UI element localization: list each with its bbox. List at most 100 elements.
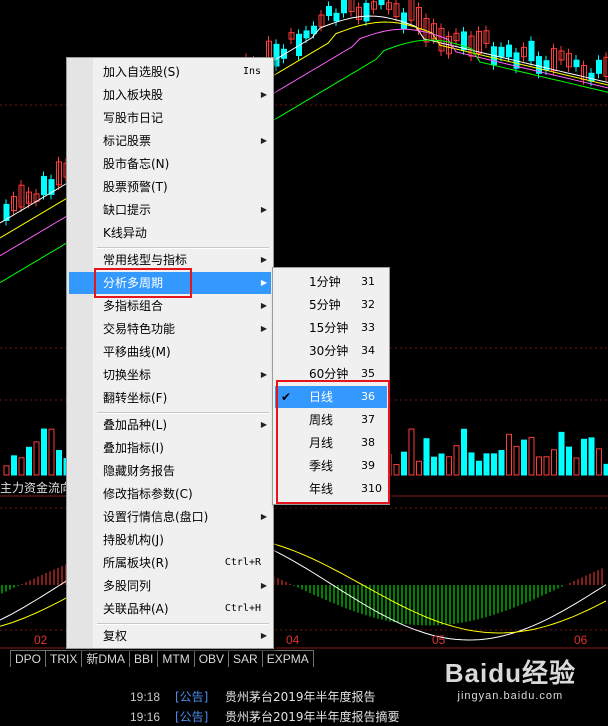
menu-item-stock-alert[interactable]: 股票预警(T) xyxy=(69,176,271,198)
menu-item-gap-hint[interactable]: 缺口提示 ▶ xyxy=(69,199,271,221)
menu-item-label: 叠加指标(I) xyxy=(103,441,164,455)
tab-new-dma[interactable]: 新DMA xyxy=(81,650,131,667)
menu-item-stock-diary[interactable]: 写股市日记 xyxy=(69,107,271,129)
volume-bar xyxy=(476,460,482,476)
period-shortcut: 38 xyxy=(361,436,375,449)
period-label: 日线 xyxy=(309,390,334,404)
capital-flow-label: 主力资金流向 xyxy=(0,481,73,495)
candle-body xyxy=(506,44,512,58)
candle-body xyxy=(303,30,310,39)
menu-item-label: 多指标组合 xyxy=(103,299,164,313)
period-weekly[interactable]: 周线 37 xyxy=(275,409,387,431)
menu-item-label: 多股同列 xyxy=(103,579,152,593)
period-label: 季线 xyxy=(309,459,334,473)
check-icon: ✔ xyxy=(281,390,292,404)
tab-dpo[interactable]: DPO xyxy=(10,650,47,667)
period-1min[interactable]: 1分钟 31 xyxy=(275,271,387,293)
menu-item-holding-institutions[interactable]: 持股机构(J) xyxy=(69,529,271,551)
period-shortcut: 36 xyxy=(361,390,375,403)
menu-item-quote-settings[interactable]: 设置行情信息(盘口) ▶ xyxy=(69,506,271,528)
menu-item-overlay-indicator[interactable]: 叠加指标(I) xyxy=(69,437,271,459)
menu-item-label: 股市备忘(N) xyxy=(103,157,170,171)
volume-bar xyxy=(416,460,422,476)
menu-item-add-watchlist[interactable]: 加入自选股(S) Ins xyxy=(69,61,271,83)
candle-body xyxy=(41,176,47,196)
period-60min[interactable]: 60分钟 35 xyxy=(275,363,387,385)
tab-bbi[interactable]: BBI xyxy=(129,650,159,667)
period-submenu: 1分钟 31 5分钟 32 15分钟 33 30分钟 34 60分钟 35 ✔ … xyxy=(272,267,390,505)
menu-item-common-line-types[interactable]: 常用线型与指标 ▶ xyxy=(69,249,271,271)
tab-mtm[interactable]: MTM xyxy=(157,650,195,667)
date-label: 02 xyxy=(34,633,48,647)
news-title[interactable]: 贵州茅台2019年半年度报告 xyxy=(225,688,376,706)
period-shortcut: 35 xyxy=(361,367,375,380)
menu-item-label: 持股机构(J) xyxy=(103,533,164,547)
candle-body xyxy=(573,59,580,68)
period-15min[interactable]: 15分钟 33 xyxy=(275,317,387,339)
volume-bar xyxy=(543,456,550,476)
menu-item-overlay-symbol[interactable]: 叠加品种(L) ▶ xyxy=(69,414,271,436)
news-time: 19:16 xyxy=(130,710,161,724)
menu-item-flip-axis[interactable]: 翻转坐标(F) xyxy=(69,387,271,409)
submenu-arrow-icon: ▶ xyxy=(260,512,267,521)
period-yearly[interactable]: 年线 310 xyxy=(275,478,387,500)
news-row[interactable]: 19:16 [公告] 贵州茅台2019年半年度报告摘要 xyxy=(0,708,608,726)
tab-sar[interactable]: SAR xyxy=(228,650,263,667)
date-label: 06 xyxy=(574,633,588,647)
menu-item-label: 股票预警(T) xyxy=(103,180,168,194)
submenu-arrow-icon: ▶ xyxy=(260,581,267,590)
volume-bar xyxy=(26,446,32,476)
candle-body xyxy=(363,2,370,22)
submenu-arrow-icon: ▶ xyxy=(260,278,267,287)
news-title[interactable]: 贵州茅台2019年半年度报告摘要 xyxy=(225,708,400,726)
menu-item-multi-period[interactable]: 分析多周期 ▶ xyxy=(69,272,271,294)
period-shortcut: 39 xyxy=(361,459,375,472)
menu-item-k-line-anomaly[interactable]: K线异动 xyxy=(69,222,271,244)
period-shortcut: 32 xyxy=(361,298,375,311)
menu-item-add-sector[interactable]: 加入板块股 ▶ xyxy=(69,84,271,106)
menu-item-label: 叠加品种(L) xyxy=(103,418,168,432)
volume-bar xyxy=(536,456,542,476)
menu-item-multi-indicator[interactable]: 多指标组合 ▶ xyxy=(69,295,271,317)
watermark-logo: Baidu经验 xyxy=(444,658,576,688)
volume-bar xyxy=(461,428,467,476)
context-menu: 加入自选股(S) Ins 加入板块股 ▶ 写股市日记 标记股票 ▶ 股市备忘(N… xyxy=(66,57,274,649)
menu-item-price-adjustment[interactable]: 复权 ▶ xyxy=(69,625,271,647)
date-label: 05 xyxy=(432,633,446,647)
period-shortcut: 310 xyxy=(361,482,382,495)
candle-body xyxy=(378,0,385,6)
volume-bar xyxy=(48,428,55,476)
period-daily[interactable]: ✔ 日线 36 xyxy=(275,386,387,408)
volume-bar xyxy=(18,457,25,476)
tab-trix[interactable]: TRIX xyxy=(45,650,83,667)
menu-item-multi-stock-column[interactable]: 多股同列 ▶ xyxy=(69,575,271,597)
volume-bar xyxy=(521,439,527,476)
tab-obv[interactable]: OBV xyxy=(193,650,230,667)
menu-item-label: 平移曲线(M) xyxy=(103,345,171,359)
menu-item-mark-stock[interactable]: 标记股票 ▶ xyxy=(69,130,271,152)
period-quarterly[interactable]: 季线 39 xyxy=(275,455,387,477)
menu-item-hide-financial-report[interactable]: 隐藏财务报告 xyxy=(69,460,271,482)
tab-expma[interactable]: EXPMA xyxy=(261,650,314,667)
menu-item-trading-features[interactable]: 交易特色功能 ▶ xyxy=(69,318,271,340)
submenu-arrow-icon: ▶ xyxy=(260,324,267,333)
period-5min[interactable]: 5分钟 32 xyxy=(275,294,387,316)
candle-body xyxy=(528,40,535,62)
menu-item-label: 常用线型与指标 xyxy=(103,253,188,267)
menu-item-related-symbols[interactable]: 关联品种(A) Ctrl+H xyxy=(69,598,271,620)
volume-bar xyxy=(11,455,17,476)
menu-item-switch-axis[interactable]: 切换坐标 ▶ xyxy=(69,364,271,386)
period-monthly[interactable]: 月线 38 xyxy=(275,432,387,454)
menu-item-edit-indicator-params[interactable]: 修改指标参数(C) xyxy=(69,483,271,505)
menu-item-stock-memo[interactable]: 股市备忘(N) xyxy=(69,153,271,175)
submenu-arrow-icon: ▶ xyxy=(260,631,267,640)
period-label: 5分钟 xyxy=(309,298,341,312)
menu-item-shift-curve[interactable]: 平移曲线(M) xyxy=(69,341,271,363)
period-label: 60分钟 xyxy=(309,367,349,381)
menu-item-sector-membership[interactable]: 所属板块(R) Ctrl+R xyxy=(69,552,271,574)
candle-body xyxy=(596,59,602,74)
period-30min[interactable]: 30分钟 34 xyxy=(275,340,387,362)
candle-body xyxy=(498,46,505,57)
menu-item-label: K线异动 xyxy=(103,226,147,240)
volume-bar xyxy=(446,456,452,476)
